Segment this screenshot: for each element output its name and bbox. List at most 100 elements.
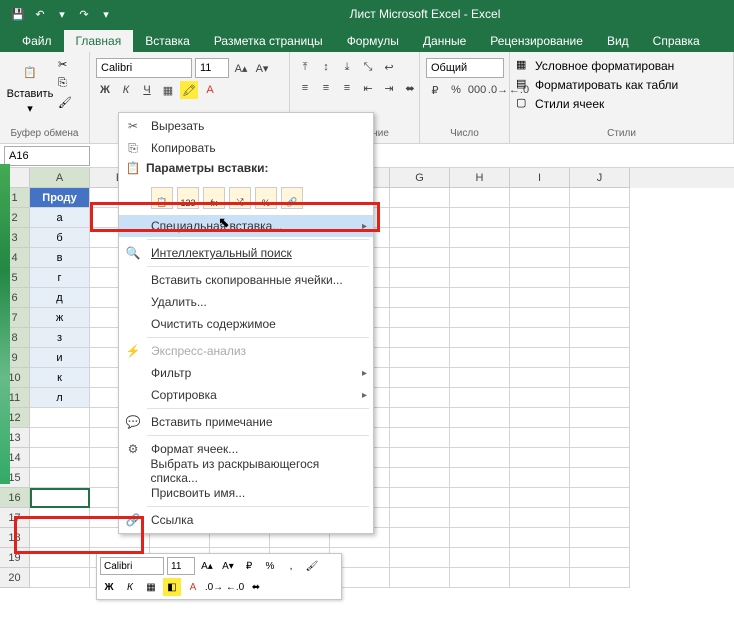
cell-G15[interactable]: [390, 468, 450, 488]
col-header-G[interactable]: G: [390, 168, 450, 188]
cell-I1[interactable]: [510, 188, 570, 208]
copy-icon[interactable]: ⎘: [58, 77, 74, 93]
tab-home[interactable]: Главная: [64, 30, 134, 52]
currency-icon[interactable]: ₽: [426, 81, 444, 99]
cell-H14[interactable]: [450, 448, 510, 468]
font-name-combo[interactable]: Calibri: [96, 58, 192, 78]
cell-A2[interactable]: а: [30, 208, 90, 228]
cell-A7[interactable]: ж: [30, 308, 90, 328]
mt-decrease-font-icon[interactable]: A▾: [219, 557, 237, 575]
italic-button[interactable]: К: [117, 81, 135, 99]
cell-G11[interactable]: [390, 388, 450, 408]
align-left-icon[interactable]: ≡: [296, 79, 314, 97]
cell-G18[interactable]: [390, 528, 450, 548]
mt-font-combo[interactable]: Calibri: [100, 557, 164, 575]
cell-A8[interactable]: з: [30, 328, 90, 348]
cell-A5[interactable]: г: [30, 268, 90, 288]
comma-icon[interactable]: 000: [468, 81, 486, 99]
mt-size-combo[interactable]: 11: [167, 557, 195, 575]
cell-J10[interactable]: [570, 368, 630, 388]
cell-I2[interactable]: [510, 208, 570, 228]
mt-bold-button[interactable]: Ж: [100, 578, 118, 596]
cell-J12[interactable]: [570, 408, 630, 428]
cell-J14[interactable]: [570, 448, 630, 468]
cell-A14[interactable]: [30, 448, 90, 468]
cell-J2[interactable]: [570, 208, 630, 228]
mt-italic-button[interactable]: К: [121, 578, 139, 596]
cell-G20[interactable]: [390, 568, 450, 588]
cell-J4[interactable]: [570, 248, 630, 268]
col-header-J[interactable]: J: [570, 168, 630, 188]
cell-I12[interactable]: [510, 408, 570, 428]
decrease-indent-icon[interactable]: ⇤: [359, 79, 377, 97]
align-top-icon[interactable]: ⤒: [296, 58, 314, 76]
cell-G16[interactable]: [390, 488, 450, 508]
cell-I17[interactable]: [510, 508, 570, 528]
cell-J20[interactable]: [570, 568, 630, 588]
fill-color-button[interactable]: 🖍: [180, 81, 198, 99]
cell-J13[interactable]: [570, 428, 630, 448]
qat-redo-button[interactable]: ↷: [74, 4, 94, 24]
cell-H17[interactable]: [450, 508, 510, 528]
increase-decimal-icon[interactable]: .0→: [489, 81, 507, 99]
cell-A1[interactable]: Проду: [30, 188, 90, 208]
tab-help[interactable]: Справка: [641, 30, 712, 52]
col-header-A[interactable]: A: [30, 168, 90, 188]
cell-I19[interactable]: [510, 548, 570, 568]
cm-define-name[interactable]: Присвоить имя...: [119, 482, 373, 504]
cell-J15[interactable]: [570, 468, 630, 488]
cell-G14[interactable]: [390, 448, 450, 468]
format-painter-icon[interactable]: 🖌: [58, 96, 74, 112]
cell-A6[interactable]: д: [30, 288, 90, 308]
bold-button[interactable]: Ж: [96, 81, 114, 99]
cell-I9[interactable]: [510, 348, 570, 368]
name-box[interactable]: A16: [4, 146, 90, 166]
cell-I20[interactable]: [510, 568, 570, 588]
cell-H1[interactable]: [450, 188, 510, 208]
cell-H20[interactable]: [450, 568, 510, 588]
cell-H15[interactable]: [450, 468, 510, 488]
cell-J17[interactable]: [570, 508, 630, 528]
font-size-combo[interactable]: 11: [195, 58, 229, 78]
row-header-20[interactable]: 20: [0, 568, 30, 588]
mt-fill-color-icon[interactable]: ◧: [163, 578, 181, 596]
qat-more-icon[interactable]: ▾: [52, 4, 72, 24]
cell-I16[interactable]: [510, 488, 570, 508]
tab-review[interactable]: Рецензирование: [478, 30, 595, 52]
mt-format-painter-icon[interactable]: 🖌: [303, 557, 321, 575]
cell-I6[interactable]: [510, 288, 570, 308]
cell-J7[interactable]: [570, 308, 630, 328]
cell-J11[interactable]: [570, 388, 630, 408]
cut-icon[interactable]: ✂: [58, 58, 74, 74]
cell-G12[interactable]: [390, 408, 450, 428]
cell-H3[interactable]: [450, 228, 510, 248]
cell-H2[interactable]: [450, 208, 510, 228]
align-right-icon[interactable]: ≡: [338, 79, 356, 97]
tab-file[interactable]: Файл: [10, 30, 64, 52]
cell-H13[interactable]: [450, 428, 510, 448]
cell-A15[interactable]: [30, 468, 90, 488]
decrease-font-icon[interactable]: A▾: [253, 59, 271, 77]
cm-cut[interactable]: ✂Вырезать: [119, 115, 373, 137]
cell-H4[interactable]: [450, 248, 510, 268]
cell-I18[interactable]: [510, 528, 570, 548]
cell-G9[interactable]: [390, 348, 450, 368]
cm-delete[interactable]: Удалить...: [119, 291, 373, 313]
cell-I14[interactable]: [510, 448, 570, 468]
align-middle-icon[interactable]: ↕: [317, 58, 335, 76]
wrap-text-icon[interactable]: ↩: [380, 58, 398, 76]
cell-A20[interactable]: [30, 568, 90, 588]
cell-J8[interactable]: [570, 328, 630, 348]
cell-G7[interactable]: [390, 308, 450, 328]
font-color-button[interactable]: A: [201, 81, 219, 99]
mt-percent-icon[interactable]: %: [261, 557, 279, 575]
mt-merge-icon[interactable]: ⬌: [247, 578, 265, 596]
cm-pick-from-list[interactable]: Выбрать из раскрывающегося списка...: [119, 460, 373, 482]
cell-I11[interactable]: [510, 388, 570, 408]
cell-H6[interactable]: [450, 288, 510, 308]
tab-page-layout[interactable]: Разметка страницы: [202, 30, 335, 52]
cell-G3[interactable]: [390, 228, 450, 248]
mt-comma-icon[interactable]: ,: [282, 557, 300, 575]
cell-H9[interactable]: [450, 348, 510, 368]
cell-H8[interactable]: [450, 328, 510, 348]
